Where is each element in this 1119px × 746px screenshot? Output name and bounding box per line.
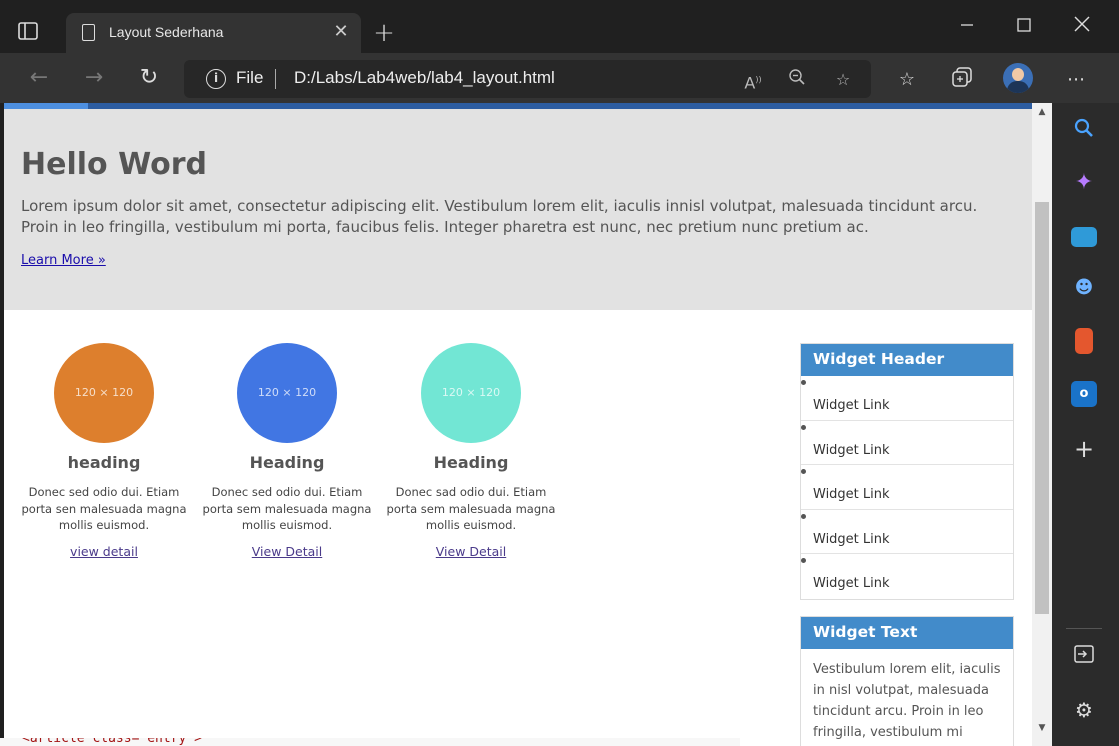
placeholder-image: 120 × 120 [54,343,154,443]
minimize-button[interactable] [945,10,989,44]
add-favorite-icon[interactable]: ☆ [830,68,856,92]
zoom-out-icon[interactable] [784,68,810,92]
add-sidebar-app-icon[interactable]: + [1071,436,1097,462]
more-options-icon[interactable]: ⋯ [1061,67,1091,93]
info-icon[interactable]: i [206,69,226,89]
view-detail-link[interactable]: view detail [19,544,189,559]
page-viewport: Hello Word Lorem ipsum dolor sit amet, c… [4,103,1032,746]
navigation-bar: ← → ↻ i File D:/Labs/Lab4web/lab4_layout… [0,53,1119,103]
page-document-icon [82,24,95,41]
refresh-icon[interactable]: ↻ [133,63,165,93]
forward-arrow-icon[interactable]: → [78,63,110,93]
bullet-icon [801,424,806,430]
widget-links: Widget Header Widget Link Widget Link Wi… [800,343,1014,600]
tools-briefcase-icon[interactable] [1071,227,1097,247]
code-editor-peek: <article class="entry"> [0,738,740,746]
browser-sidebar: ✦ ☻ o + ⚙ [1052,103,1119,746]
avatar-body [1007,81,1029,93]
widget-header: Widget Text [801,617,1013,649]
sidebar-divider [1066,628,1102,629]
learn-more-link[interactable]: Learn More » [21,253,106,268]
widget-link-item[interactable]: Widget Link [801,510,1013,554]
address-url[interactable]: D:/Labs/Lab4web/lab4_layout.html [294,68,555,88]
collections-icon[interactable] [947,67,977,93]
widget-link-item[interactable]: Widget Link [801,465,1013,510]
copilot-sparkle-icon[interactable]: ✦ [1071,170,1097,196]
settings-gear-icon[interactable]: ⚙ [1071,697,1097,723]
widget-link[interactable]: Widget Link [813,576,890,591]
widget-link-item[interactable]: Widget Link [801,376,1013,421]
widget-link-item[interactable]: Widget Link [801,421,1013,465]
page-scrollbar[interactable]: ▲ ▼ [1032,103,1052,746]
office-icon[interactable] [1075,328,1093,354]
card-text: Donec sed odio dui. Etiam porta sem male… [202,485,372,532]
widget-link[interactable]: Widget Link [813,532,890,547]
outlook-icon[interactable]: o [1071,381,1097,407]
search-icon[interactable] [1071,118,1097,144]
avatar-face [1012,68,1024,81]
browser-window: Layout Sederhana ✕ + ← → ↻ i File D:/Lab… [0,0,1119,746]
card-heading: Heading [433,453,509,472]
placeholder-image: 120 × 120 [421,343,521,443]
tab-title: Layout Sederhana [109,24,224,40]
bullet-icon [801,380,806,385]
bullet-icon [801,513,806,519]
view-detail-link[interactable]: View Detail [386,544,556,559]
scroll-up-arrow-icon[interactable]: ▲ [1032,107,1052,121]
widget-link[interactable]: Widget Link [813,398,890,413]
card-heading: heading [67,453,141,472]
close-tab-icon[interactable]: ✕ [331,21,351,43]
address-bar[interactable]: i File D:/Labs/Lab4web/lab4_layout.html … [184,60,871,98]
address-separator [275,69,276,89]
bullet-icon [801,558,806,563]
card-heading: Heading [249,453,325,472]
hero-section: Hello Word Lorem ipsum dolor sit amet, c… [4,109,1032,310]
hero-title: Hello Word [21,147,207,182]
view-detail-link[interactable]: View Detail [202,544,372,559]
widget-header: Widget Header [801,344,1013,376]
widget-link[interactable]: Widget Link [813,443,890,458]
back-arrow-icon[interactable]: ← [23,63,55,93]
profile-avatar[interactable] [1003,63,1033,93]
widget-text: Widget Text Vestibulum lorem elit, iacul… [800,616,1014,746]
scroll-down-arrow-icon[interactable]: ▼ [1032,723,1052,737]
read-aloud-icon[interactable]: A)) [740,68,766,92]
placeholder-image: 120 × 120 [237,343,337,443]
maximize-button[interactable] [1002,10,1046,44]
favorites-icon[interactable]: ☆ [892,67,922,93]
active-tab[interactable]: Layout Sederhana ✕ [66,13,361,53]
tab-bar: Layout Sederhana ✕ + [0,0,1119,53]
address-protocol: File [236,68,264,87]
code-line: <article class="entry"> [22,738,203,746]
widget-link-item[interactable]: Widget Link [801,554,1013,599]
card-text: Donec sad odio dui. Etiam porta sem male… [386,485,556,532]
card-text: Donec sed odio dui. Etiam porta sen male… [21,485,187,532]
games-icon[interactable]: ☻ [1071,275,1097,301]
widget-body-text: Vestibulum lorem elit, iaculis in nisl v… [813,662,1001,740]
hero-text: Lorem ipsum dolor sit amet, consectetur … [21,197,978,236]
hide-sidebar-icon[interactable] [1071,645,1097,671]
widget-link[interactable]: Widget Link [813,487,890,502]
scrollbar-thumb[interactable] [1035,202,1049,614]
new-tab-button[interactable]: + [371,18,397,48]
bullet-icon [801,469,806,474]
tab-actions-icon[interactable] [18,22,48,46]
close-window-button[interactable] [1060,10,1104,44]
